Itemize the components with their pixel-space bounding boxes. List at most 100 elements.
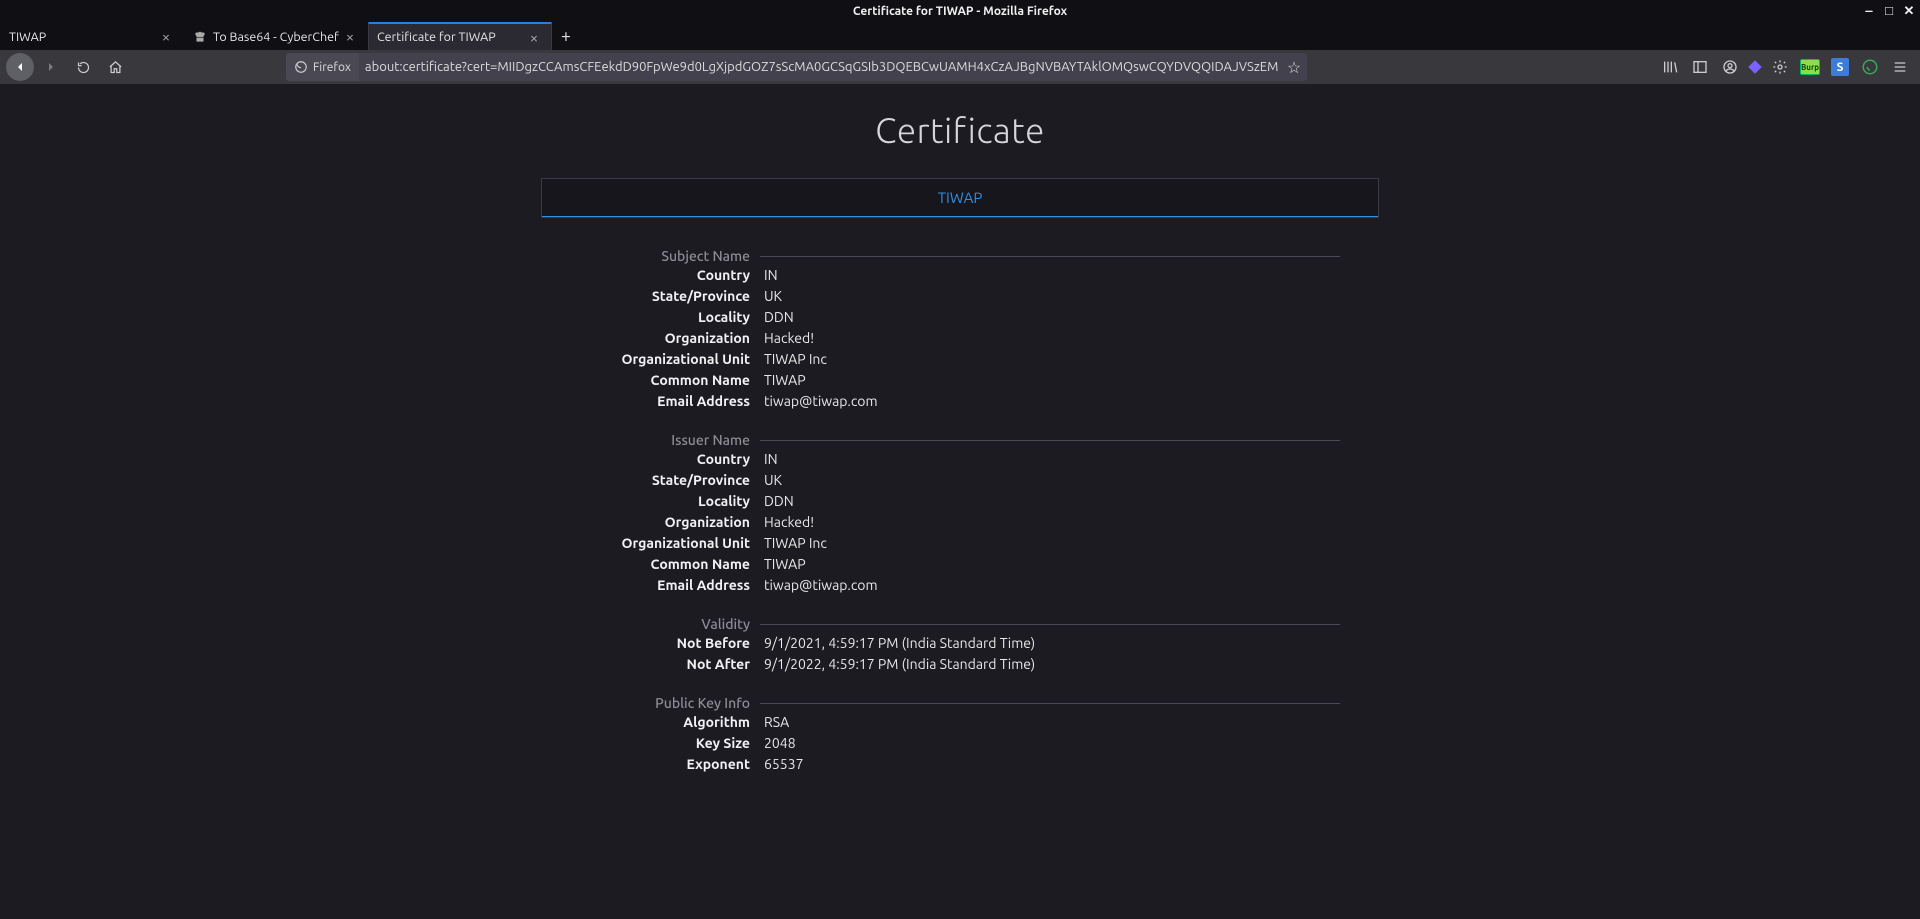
cert-section: Issuer Name CountryINState/ProvinceUKLoca…: [580, 414, 1340, 598]
cert-row-key: Not After: [580, 656, 750, 677]
navbar: Firefox about:certificate?cert=MIIDgzCCA…: [0, 50, 1920, 84]
section-divider: [760, 703, 1340, 704]
cert-row: Key Size2048: [580, 735, 1340, 756]
s-extension-icon[interactable]: S: [1826, 53, 1854, 81]
cert-row-value: tiwap@tiwap.com: [750, 577, 878, 598]
cert-row-key: Country: [580, 267, 750, 288]
cert-row-key: Country: [580, 451, 750, 472]
wappalyzer-icon[interactable]: [1746, 58, 1764, 76]
cert-row-key: Email Address: [580, 577, 750, 598]
section-header: Subject Name: [580, 248, 1340, 264]
cert-row: Organizational UnitTIWAP Inc: [580, 535, 1340, 556]
tab-label: Certificate for TIWAP: [377, 30, 525, 44]
cert-row-key: Locality: [580, 309, 750, 330]
cert-row-key: Locality: [580, 493, 750, 514]
tab-label: To Base64 - CyberChef: [213, 30, 341, 44]
section-header: Issuer Name: [580, 432, 1340, 448]
tab-label: TIWAP: [9, 30, 157, 44]
cert-row-value: TIWAP: [750, 556, 806, 577]
cert-row: State/ProvinceUK: [580, 288, 1340, 309]
close-icon[interactable]: ×: [525, 29, 543, 46]
sidebar-icon[interactable]: [1686, 53, 1714, 81]
hackbar-icon[interactable]: [1856, 53, 1884, 81]
window-titlebar: Certificate for TIWAP - Mozilla Firefox …: [0, 0, 1920, 22]
cert-row: AlgorithmRSA: [580, 714, 1340, 735]
cert-row: CountryIN: [580, 267, 1340, 288]
cert-row-key: State/Province: [580, 288, 750, 309]
cert-row-value: UK: [750, 472, 782, 493]
library-icon[interactable]: [1656, 53, 1684, 81]
burp-icon[interactable]: Burp: [1796, 53, 1824, 81]
cert-row-key: Email Address: [580, 393, 750, 414]
cert-row-value: 9/1/2022, 4:59:17 PM (India Standard Tim…: [750, 656, 1035, 677]
forward-button: [36, 52, 66, 82]
cert-row-value: TIWAP Inc: [750, 535, 827, 556]
cert-row-value: 2048: [750, 735, 796, 756]
section-header: Validity: [580, 616, 1340, 632]
window-maximize-button[interactable]: □: [1880, 0, 1898, 22]
close-icon[interactable]: ×: [341, 28, 359, 45]
cert-row: LocalityDDN: [580, 493, 1340, 514]
tab-tiwap[interactable]: TIWAP ×: [0, 22, 184, 50]
cert-row: OrganizationHacked!: [580, 330, 1340, 351]
cert-row-value: UK: [750, 288, 782, 309]
cert-section: Subject Name CountryINState/ProvinceUKLoc…: [580, 218, 1340, 414]
cert-row-value: tiwap@tiwap.com: [750, 393, 878, 414]
cert-row-key: Organization: [580, 330, 750, 351]
cert-row-value: DDN: [750, 493, 794, 514]
home-button[interactable]: [100, 52, 130, 82]
identity-box[interactable]: Firefox: [286, 53, 359, 81]
page-title: Certificate: [0, 110, 1920, 150]
firefox-icon: [294, 60, 308, 74]
cert-row-key: Common Name: [580, 556, 750, 577]
identity-label: Firefox: [313, 61, 351, 74]
section-title: Validity: [580, 616, 750, 632]
back-button[interactable]: [6, 53, 34, 81]
cert-row: LocalityDDN: [580, 309, 1340, 330]
cert-tab-tiwap[interactable]: TIWAP: [542, 179, 1378, 217]
section-title: Issuer Name: [580, 432, 750, 448]
cert-row: Common NameTIWAP: [580, 556, 1340, 577]
cert-row-value: Hacked!: [750, 330, 814, 351]
account-icon[interactable]: [1716, 53, 1744, 81]
cert-row-value: DDN: [750, 309, 794, 330]
cert-row-key: Not Before: [580, 635, 750, 656]
cert-row-value: Hacked!: [750, 514, 814, 535]
tab-cyberchef[interactable]: To Base64 - CyberChef ×: [184, 22, 368, 50]
cert-row: Organizational UnitTIWAP Inc: [580, 351, 1340, 372]
bookmark-star-icon[interactable]: ☆: [1281, 58, 1307, 77]
reload-button[interactable]: [68, 52, 98, 82]
url-bar[interactable]: Firefox about:certificate?cert=MIIDgzCCA…: [286, 53, 1307, 81]
settings-gear-icon[interactable]: [1766, 53, 1794, 81]
tab-certificate[interactable]: Certificate for TIWAP ×: [368, 22, 552, 50]
cert-row-key: Organizational Unit: [580, 535, 750, 556]
section-divider: [760, 256, 1340, 257]
cert-row-key: Organization: [580, 514, 750, 535]
cert-row-value: TIWAP: [750, 372, 806, 393]
section-divider: [760, 624, 1340, 625]
cert-row-value: RSA: [750, 714, 789, 735]
section-header: Public Key Info: [580, 695, 1340, 711]
tab-strip: TIWAP × To Base64 - CyberChef × Certific…: [0, 22, 1920, 50]
cert-row-value: IN: [750, 267, 778, 288]
cert-tab-box: TIWAP: [541, 178, 1379, 218]
close-icon[interactable]: ×: [157, 28, 175, 45]
cert-row: OrganizationHacked!: [580, 514, 1340, 535]
cert-row-value: IN: [750, 451, 778, 472]
hamburger-menu-icon[interactable]: [1886, 53, 1914, 81]
content-scroll[interactable]: Certificate TIWAP Subject NameCountryINS…: [0, 84, 1920, 919]
cert-row: Email Addresstiwap@tiwap.com: [580, 393, 1340, 414]
cert-row-value: TIWAP Inc: [750, 351, 827, 372]
cert-row-key: Key Size: [580, 735, 750, 756]
section-divider: [760, 440, 1340, 441]
cert-row-key: Organizational Unit: [580, 351, 750, 372]
cert-row-key: Exponent: [580, 756, 750, 777]
cert-row-key: State/Province: [580, 472, 750, 493]
cert-row: Not Before9/1/2021, 4:59:17 PM (India St…: [580, 635, 1340, 656]
window-close-button[interactable]: ✕: [1900, 0, 1918, 22]
cert-row: Exponent65537: [580, 756, 1340, 777]
cert-row-key: Common Name: [580, 372, 750, 393]
new-tab-button[interactable]: +: [552, 22, 580, 50]
window-minimize-button[interactable]: ‒: [1860, 0, 1878, 22]
cert-row-value: 65537: [750, 756, 803, 777]
